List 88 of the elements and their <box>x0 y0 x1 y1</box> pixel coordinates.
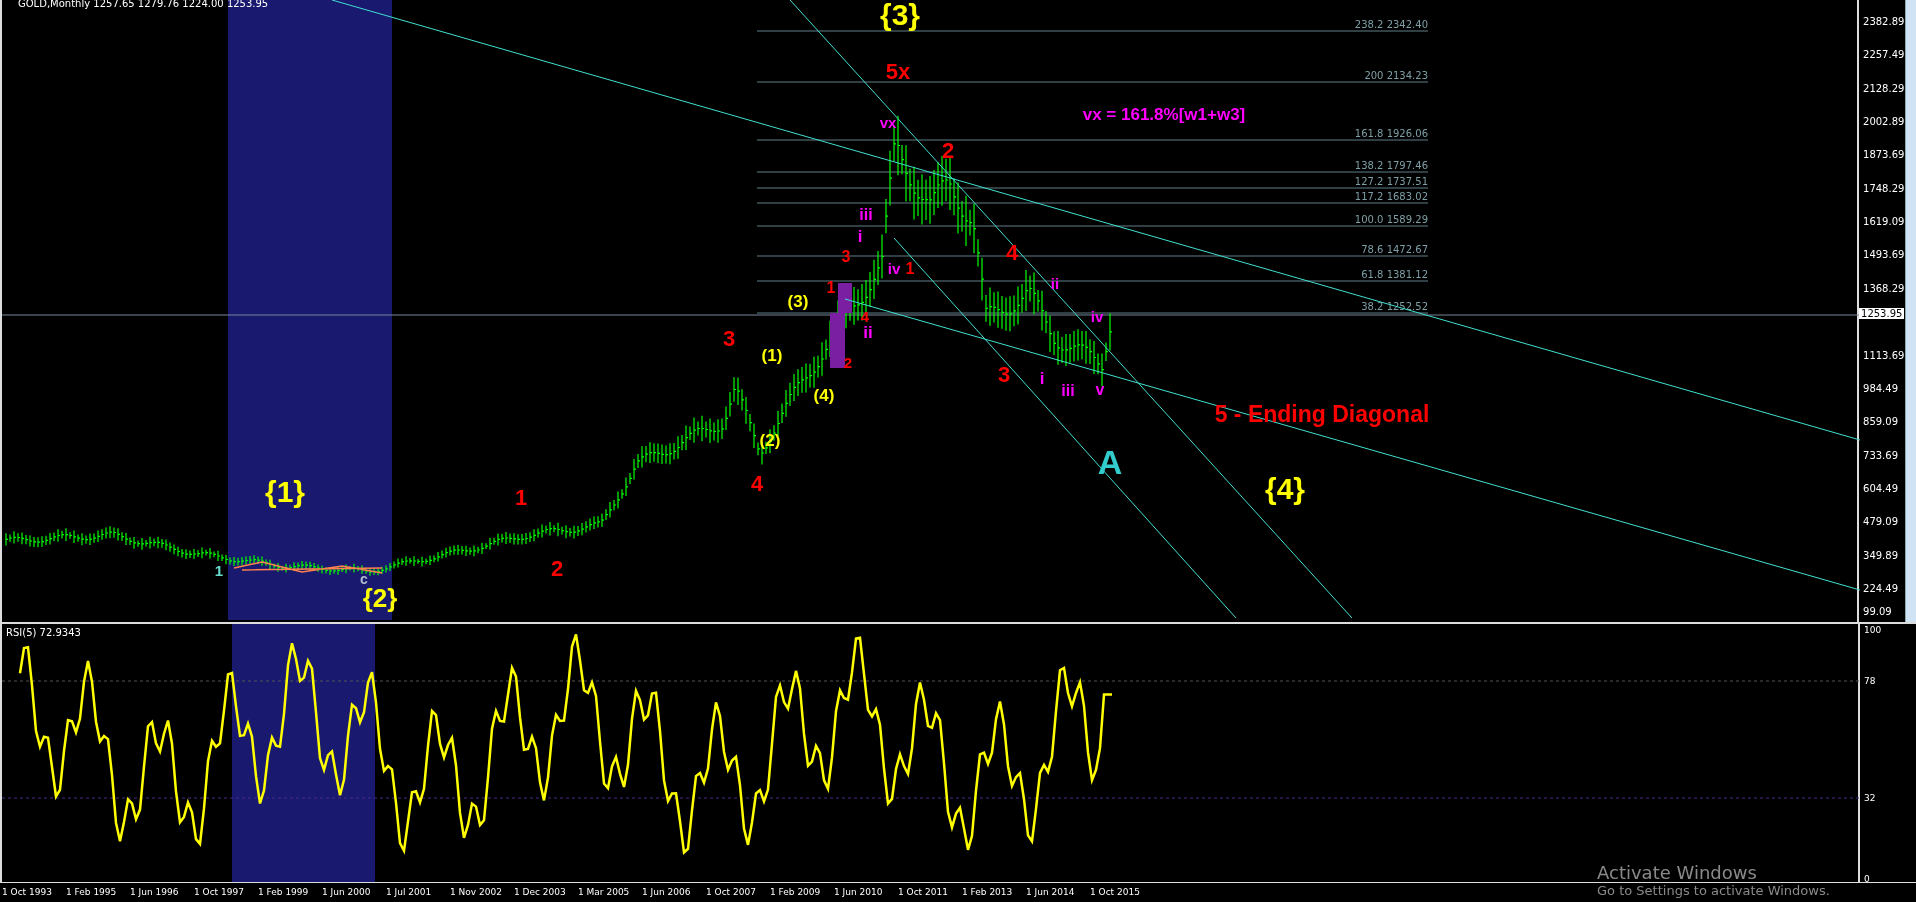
price-label: 2002.89 <box>1863 116 1905 128</box>
date-label: 1 Jun 1996 <box>130 887 179 897</box>
fibonacci-label: 100.0 1589.29 <box>1354 214 1428 225</box>
date-label: 1 Nov 2002 <box>450 887 502 897</box>
date-label: 1 Jun 2000 <box>322 887 371 897</box>
wave-label: iii <box>1061 382 1075 400</box>
wave-label: 3 <box>841 248 851 266</box>
wave-label: 5 - Ending Diagonal <box>1214 401 1430 428</box>
price-label: 1493.69 <box>1863 249 1905 261</box>
wave-label: v <box>1095 381 1105 399</box>
rsi-level-label: 78 <box>1864 676 1876 686</box>
wave-label: {1} <box>265 474 305 508</box>
price-label: 859.09 <box>1863 416 1899 428</box>
wave-label: 4 <box>860 307 870 325</box>
wave-label: 2 <box>550 555 564 581</box>
rsi-level-label: 32 <box>1864 793 1876 803</box>
date-label: 1 Jun 2014 <box>1026 887 1075 897</box>
price-label: 1873.69 <box>1863 149 1905 161</box>
wave-label: iii <box>859 206 873 224</box>
wave-label: 1 <box>826 279 836 297</box>
price-label: 604.49 <box>1863 482 1899 494</box>
wave-label: vx <box>879 113 897 131</box>
price-label: 2128.29 <box>1863 82 1905 94</box>
date-label: 1 Feb 2009 <box>770 887 821 897</box>
fibonacci-label: 78.6 1472.67 <box>1361 244 1428 255</box>
wave-label: vx = 161.8%[w1+w3] <box>1082 105 1246 125</box>
wave-label: iv <box>1090 307 1104 325</box>
price-label: 1113.69 <box>1863 349 1905 361</box>
wave-label: i <box>1039 369 1045 389</box>
price-label: 733.69 <box>1863 449 1899 461</box>
wave-label: 5x <box>885 58 911 84</box>
date-label: 1 Feb 2013 <box>962 887 1013 897</box>
date-label: 1 Mar 2005 <box>578 887 630 897</box>
activation-hint: Go to Settings to activate Windows. <box>1597 883 1830 898</box>
wave-label: (1) <box>761 346 783 366</box>
wave-label: 1 <box>905 260 915 278</box>
price-label: 984.49 <box>1863 382 1899 394</box>
wave-label: ii <box>1050 274 1060 292</box>
wave-label: 1 <box>514 484 528 510</box>
price-label: 99.09 <box>1863 606 1892 617</box>
rsi-level-label: 0 <box>1864 874 1870 884</box>
fibonacci-label: 138.2 1797.46 <box>1354 160 1428 171</box>
price-label: 1368.29 <box>1863 282 1905 294</box>
wave-label: {3} <box>880 0 920 31</box>
fibonacci-label: 161.8 1926.06 <box>1354 128 1428 139</box>
date-label: 1 Jun 2006 <box>642 887 691 897</box>
wave-label: 1 <box>214 561 224 579</box>
scrollbar[interactable] <box>1905 0 1916 622</box>
indicator-title: RSI(5) 72.9343 <box>6 627 81 638</box>
fibonacci-label: 127.2 1737.51 <box>1354 176 1428 187</box>
wave-label: 2 <box>941 137 955 163</box>
price-label: 224.49 <box>1863 582 1899 594</box>
wave-label: (4) <box>813 386 835 406</box>
price-label: 2257.49 <box>1863 49 1905 61</box>
price-label: 2382.89 <box>1863 16 1905 27</box>
date-label: 1 Jun 2010 <box>834 887 883 897</box>
current-price-label: 1253.95 <box>1859 308 1905 319</box>
wave-label: {4} <box>1265 471 1305 505</box>
price-label: 1748.29 <box>1863 182 1905 194</box>
wave-label: 4 <box>1005 239 1019 265</box>
wave-label: c <box>360 570 368 587</box>
date-label: 1 Dec 2003 <box>514 887 566 897</box>
wave-label: ii <box>863 323 873 343</box>
wave-label: 3 <box>722 325 736 351</box>
date-label: 1 Feb 1999 <box>258 887 309 897</box>
wave-label: A <box>1097 443 1123 481</box>
date-label: 1 Oct 1993 <box>2 887 52 897</box>
price-label: 479.09 <box>1863 516 1899 528</box>
wave-label: 3 <box>997 361 1011 387</box>
fibonacci-label: 61.8 1381.12 <box>1361 269 1428 280</box>
chart-title: GOLD,Monthly 1257.65 1279.76 1224.00 1253.95 <box>18 0 269 9</box>
rsi-level-label: 100 <box>1864 625 1882 635</box>
wave-label: (3) <box>787 292 809 312</box>
date-label: 1 Feb 1995 <box>66 887 117 897</box>
wave-label: 4 <box>750 470 764 496</box>
date-label: 1 Oct 2011 <box>898 887 948 897</box>
date-label: 1 Oct 2007 <box>706 887 756 897</box>
fibonacci-label: 117.2 1683.02 <box>1354 191 1428 202</box>
date-label: 1 Oct 2015 <box>1090 887 1140 897</box>
price-label: 1619.09 <box>1863 216 1905 228</box>
price-label: 349.89 <box>1863 549 1899 561</box>
activation-title: Activate Windows <box>1597 862 1758 883</box>
date-label: 1 Oct 1997 <box>194 887 244 897</box>
fibonacci-label: 238.2 2342.40 <box>1354 19 1428 30</box>
wave-label: i <box>857 227 863 247</box>
date-label: 1 Jul 2001 <box>386 887 432 897</box>
wave-label: iv <box>887 259 901 277</box>
fibonacci-label: 200 2134.23 <box>1364 70 1428 81</box>
